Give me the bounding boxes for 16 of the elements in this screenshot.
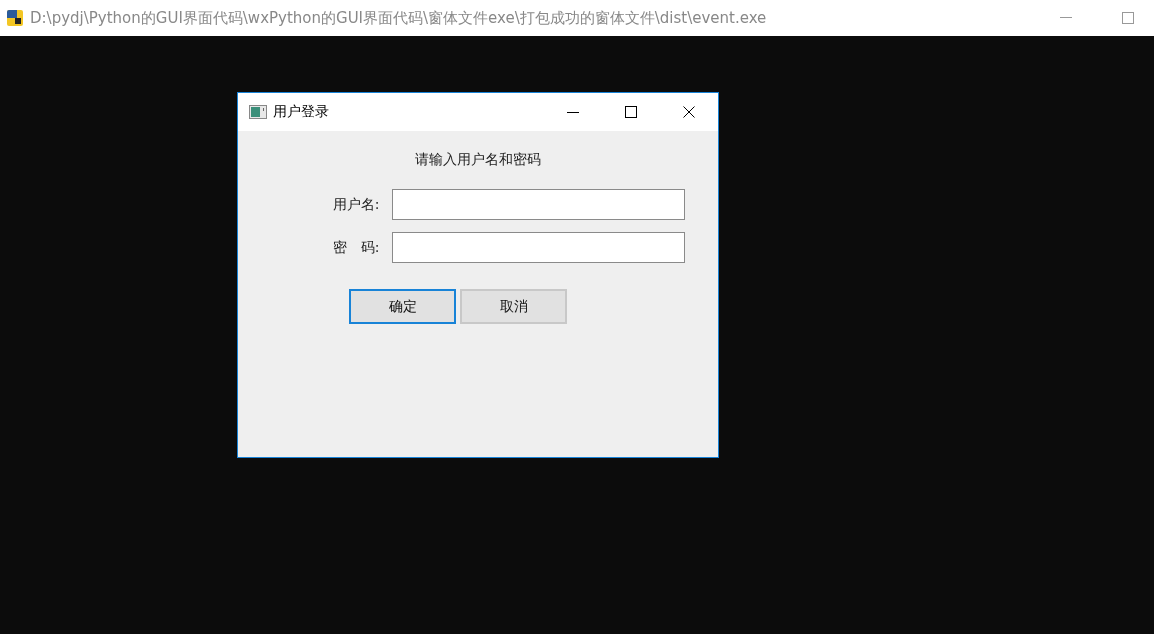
minimize-icon[interactable] [1060, 17, 1072, 19]
username-field[interactable] [391, 189, 685, 220]
maximize-icon[interactable] [1122, 12, 1134, 24]
window-title: D:\pydj\Python的GUI界面代码\wxPython的GUI界面代码\窗体文件exe\打包成功的窗体文件\dist\event.exe [30, 8, 767, 28]
field-label: 密 码: [331, 238, 381, 257]
window-icon [249, 105, 267, 119]
minimize-icon [567, 111, 579, 113]
close-icon [683, 106, 695, 118]
password-field[interactable] [391, 232, 685, 263]
ok-button[interactable]: 确定 [349, 289, 456, 324]
app-icon [6, 9, 24, 27]
maximize-icon [625, 106, 637, 118]
prompt-text: 请输入用户名和密码 [415, 151, 541, 169]
cancel-button[interactable]: 取消 [460, 289, 567, 324]
field-label: 用户名: [331, 195, 381, 214]
dialog-title: 用户登录 [273, 103, 329, 121]
